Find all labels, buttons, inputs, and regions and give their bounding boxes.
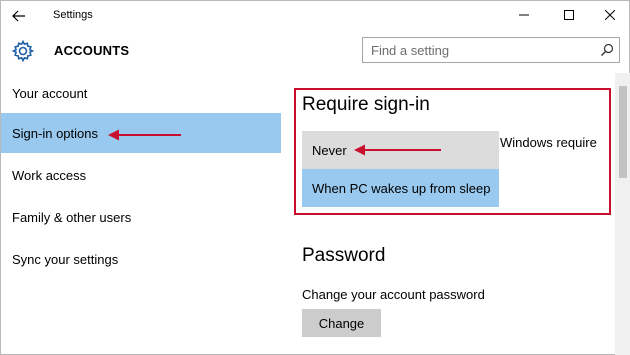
gear-icon: [11, 39, 35, 63]
password-heading: Password: [302, 245, 386, 266]
title-bar: Settings: [1, 1, 629, 31]
annotation-arrow-icon: [108, 129, 181, 141]
sidebar-item-label: Sign-in options: [12, 125, 98, 141]
sidebar-item-work-access[interactable]: Work access: [1, 155, 281, 195]
close-icon: [605, 10, 615, 20]
sidebar-item-family-other-users[interactable]: Family & other users: [1, 197, 281, 237]
annotation-arrow-icon: [354, 144, 441, 156]
sidebar: Your account Sign-in options Work access…: [1, 73, 282, 355]
sidebar-item-label: Family & other users: [12, 209, 132, 225]
sidebar-item-sync-settings[interactable]: Sync your settings: [1, 239, 281, 279]
window-title: Settings: [53, 9, 93, 21]
change-password-button[interactable]: Change: [302, 309, 381, 337]
page-header: ACCOUNTS Find a setting: [1, 31, 629, 73]
search-icon[interactable]: [600, 43, 614, 57]
search-input[interactable]: Find a setting: [362, 37, 620, 63]
close-button[interactable]: [595, 4, 625, 26]
minimize-icon: [519, 14, 529, 16]
maximize-button[interactable]: [554, 4, 584, 26]
change-password-caption: Change your account password: [302, 287, 485, 302]
sidebar-item-your-account[interactable]: Your account: [1, 73, 281, 113]
minimize-button[interactable]: [509, 4, 539, 26]
sidebar-item-label: Your account: [12, 85, 88, 101]
annotation-highlight-box: [294, 88, 611, 215]
sidebar-item-label: Work access: [12, 167, 87, 183]
maximize-icon: [564, 10, 574, 20]
back-arrow-icon: [12, 10, 25, 22]
page-title: ACCOUNTS: [54, 43, 130, 58]
back-button[interactable]: [7, 5, 31, 27]
scrollbar-thumb[interactable]: [619, 86, 627, 178]
settings-window: Settings ACCOUNTS Find a setting Your ac…: [0, 0, 630, 355]
search-placeholder: Find a setting: [371, 43, 450, 58]
sidebar-item-label: Sync your settings: [12, 251, 119, 267]
